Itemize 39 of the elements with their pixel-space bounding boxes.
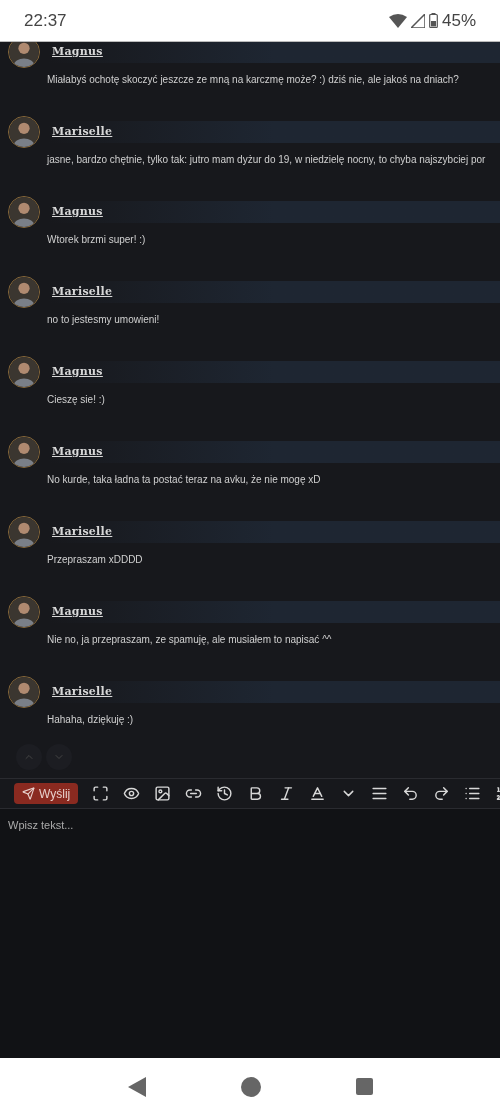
author-name[interactable]: Magnus: [52, 363, 103, 381]
battery-icon: [428, 13, 438, 28]
recents-icon[interactable]: [355, 1078, 373, 1095]
author-name[interactable]: Magnus: [52, 603, 103, 621]
author-name[interactable]: Magnus: [52, 443, 103, 461]
editor-placeholder: Wpisz tekst...: [8, 819, 74, 831]
send-icon: [22, 787, 35, 800]
message-text: Cieszę sie! :): [46, 393, 106, 407]
author-name[interactable]: Magnus: [52, 43, 103, 61]
signal-icon: [410, 13, 425, 28]
text-color-icon[interactable]: [309, 785, 327, 802]
image-icon[interactable]: [154, 785, 172, 802]
eye-icon[interactable]: [123, 785, 141, 802]
author-name[interactable]: Mariselle: [52, 123, 113, 141]
redo-icon[interactable]: [433, 785, 451, 802]
author-name[interactable]: Mariselle: [52, 283, 113, 301]
author-name[interactable]: Magnus: [52, 203, 103, 221]
author-name[interactable]: Mariselle: [52, 683, 113, 701]
expand-icon[interactable]: [92, 785, 110, 802]
message-text: Hahaha, dziękuję :): [46, 713, 135, 727]
battery-level: 45%: [441, 9, 476, 32]
send-button[interactable]: Wyślij: [14, 783, 79, 804]
message-text: Miałabyś ochotę skoczyć jeszcze ze mną na karczmę może? :) dziś nie, ale jakoś na dniach?: [46, 73, 460, 87]
align-justify-icon[interactable]: [371, 785, 389, 802]
message-text: no to jestesmy umowieni!: [46, 313, 161, 327]
clock: 22:37: [24, 9, 67, 32]
message-text: Wtorek brzmi super! :): [46, 233, 147, 247]
message-text: Nie no, ja przepraszam, ze spamuję, ale musiałem to napisać ^^: [46, 633, 333, 647]
message-text: No kurde, taka ładna ta postać teraz na avku, że nie mogę xD: [46, 473, 322, 487]
wifi-icon: [388, 13, 407, 28]
undo-icon[interactable]: [402, 785, 420, 802]
back-icon[interactable]: [127, 1076, 146, 1097]
bullet-list-icon[interactable]: [464, 785, 482, 802]
text-editor[interactable]: Wpisz tekst...: [0, 808, 500, 1058]
message-text: jasne, bardzo chętnie, tylko tak: jutro mam dyżur do 19, w niedzielę nocny, to chyba najszybciej por: [45, 153, 487, 167]
history-icon[interactable]: [216, 785, 234, 802]
author-name[interactable]: Mariselle: [52, 523, 113, 541]
home-icon[interactable]: [240, 1076, 261, 1097]
message-text: Przepraszam xDDDD: [46, 553, 144, 567]
